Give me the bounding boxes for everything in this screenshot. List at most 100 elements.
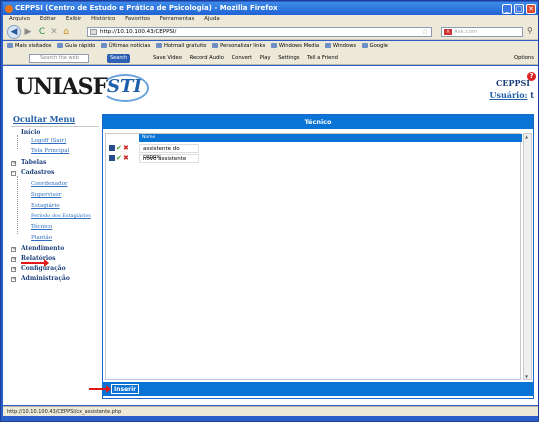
menu-exibir[interactable]: Exibir [66, 16, 82, 22]
bookmark-item[interactable]: Windows Media [270, 41, 319, 52]
menu-node-cadastros[interactable]: Cadastros [21, 169, 54, 176]
minimize-button[interactable]: _ [502, 4, 512, 14]
delete-icon[interactable]: ✖ [123, 155, 129, 162]
bookmark-item[interactable]: Guia rápido [57, 41, 95, 52]
bookmark-item[interactable]: Google [361, 41, 388, 52]
window-title: CEPPSI (Centro de Estudo e Prática de Ps… [15, 4, 278, 12]
menu-node-administracao[interactable]: Administração [21, 275, 70, 282]
edit-check-icon[interactable]: ✔ [116, 155, 122, 162]
delete-icon[interactable]: ✖ [123, 145, 129, 152]
menu-historico[interactable]: Histórico [91, 16, 115, 22]
menu-link-tela-principal[interactable]: Tela Principal [31, 148, 69, 154]
web-search-button[interactable]: Search [107, 54, 131, 63]
expand-icon[interactable]: + [11, 257, 16, 262]
edit-check-icon[interactable]: ✔ [116, 145, 122, 152]
user-label-link[interactable]: Usuário: [489, 90, 527, 100]
bookmark-item[interactable]: Mais visitados [7, 41, 52, 52]
bookmark-item[interactable]: Windows [324, 41, 356, 52]
record-audio-button[interactable]: Record Audio [190, 55, 224, 61]
menu-node-relatorios[interactable]: Relatórios [21, 255, 56, 262]
row-actions: ✔✖ [109, 155, 130, 164]
bookmark-icon [212, 43, 219, 48]
bookmark-star-icon[interactable]: ☆ [422, 28, 428, 36]
menu-link-coordenador[interactable]: Coordenador [31, 181, 68, 187]
browser-window: CEPPSI (Centro de Estudo e Prática de Ps… [0, 0, 539, 422]
menu-arquivo[interactable]: Arquivo [9, 16, 30, 22]
stop-icon[interactable]: ✕ [49, 26, 59, 38]
save-video-button[interactable]: Save Video [153, 55, 182, 61]
expand-icon[interactable]: + [11, 247, 16, 252]
options-button[interactable]: Options [514, 52, 534, 65]
menu-node-inicio[interactable]: Início [21, 129, 40, 136]
address-bar[interactable]: http://10.10.100.43/CEPPSI/ ☆ [87, 27, 432, 37]
menu-favoritos[interactable]: Favoritos [125, 16, 150, 22]
bookmark-icon [100, 43, 107, 48]
tree-line [17, 135, 18, 149]
expand-icon[interactable]: + [11, 161, 16, 166]
menu-link-tecnico[interactable]: Técnico [31, 224, 52, 230]
help-icon[interactable]: ? [527, 72, 536, 81]
app-name: CEPPSI [495, 78, 530, 88]
user-value: t [530, 90, 534, 100]
expand-icon[interactable]: + [11, 267, 16, 272]
table-row: ✔✖ novo assistente [106, 154, 522, 163]
search-engine-icon[interactable]: A [444, 29, 452, 35]
address-bar-url: http://10.10.100.43/CEPPSI/ [100, 29, 177, 35]
content-panel: Técnico Nome ✔✖ assistente do ceppsi ✔✖ … [102, 114, 534, 399]
sidebar-menu: Ocultar Menu Início Logoff (Sair) Tela P… [7, 114, 101, 399]
menu-ferramentas[interactable]: Ferramentas [160, 16, 195, 22]
menu-ajuda[interactable]: Ajuda [204, 16, 220, 22]
hide-menu-link[interactable]: Ocultar Menu [13, 114, 75, 124]
sti-logo: STI [101, 74, 149, 102]
uniasf-logo: UNIASF [15, 74, 108, 100]
page-viewport: UNIASF STI CEPPSI ? Usuário: t Ocultar M… [3, 66, 538, 405]
settings-button[interactable]: Settings [278, 55, 299, 61]
menu-link-supervisor[interactable]: Supervisor [31, 192, 61, 198]
insert-button[interactable]: Inserir [111, 384, 140, 394]
view-icon[interactable] [109, 145, 115, 151]
addon-items: Save Video Record Audio Convert Play Set… [153, 52, 344, 65]
menu-link-periodo[interactable]: Período dos Estagiários [31, 213, 91, 219]
bookmark-item[interactable]: Personalizar links [212, 41, 265, 52]
browser-search-input[interactable]: A Ask.com [441, 27, 523, 37]
menu-link-logoff[interactable]: Logoff (Sair) [31, 138, 66, 144]
play-button[interactable]: Play [260, 55, 271, 61]
expand-icon[interactable]: + [11, 277, 16, 282]
bookmark-icon [361, 43, 368, 48]
panel-title: Técnico [103, 115, 533, 129]
menu-node-tabelas[interactable]: Tabelas [21, 159, 46, 166]
bookmark-icon [155, 43, 162, 48]
maximize-button[interactable]: □ [514, 4, 524, 14]
menu-link-plantao[interactable]: Plantão [31, 235, 52, 241]
sidebar-divider [11, 126, 99, 127]
action-bar [102, 382, 534, 396]
forward-icon[interactable]: ▶ [23, 26, 33, 38]
menu-link-estagiario[interactable]: Estagiário [31, 203, 60, 209]
column-header-nome[interactable]: Nome [139, 134, 522, 142]
red-arrow-annotation [89, 385, 111, 393]
bookmark-item[interactable]: Hotmail gratuito [155, 41, 206, 52]
menu-editar[interactable]: Editar [40, 16, 56, 22]
menu-bar: Arquivo Editar Exibir Histórico Favorito… [3, 15, 538, 24]
bookmark-item[interactable]: Últimas notícias [100, 41, 150, 52]
reload-icon[interactable]: C [37, 26, 47, 38]
home-icon[interactable]: ⌂ [61, 26, 71, 38]
table-row: ✔✖ assistente do ceppsi [106, 144, 522, 160]
user-info: Usuário: t [489, 90, 534, 100]
browser-search-placeholder: Ask.com [454, 29, 478, 35]
bookmark-icon [270, 43, 277, 48]
search-icon[interactable]: ⚲ [527, 26, 533, 35]
web-search-input[interactable]: Search the web [29, 54, 89, 63]
convert-button[interactable]: Convert [232, 55, 253, 61]
collapse-icon[interactable]: - [11, 171, 16, 176]
close-window-button[interactable]: ✕ [526, 4, 536, 14]
row-name: assistente do ceppsi [139, 144, 199, 160]
menu-node-atendimento[interactable]: Atendimento [21, 245, 64, 252]
row-name: novo assistente [139, 154, 199, 163]
vertical-scrollbar[interactable] [523, 133, 532, 380]
view-icon[interactable] [109, 155, 115, 161]
tell-friend-button[interactable]: Tell a Friend [307, 55, 338, 61]
back-icon[interactable]: ◀ [7, 25, 21, 39]
addon-toolbar: Search the web Search Save Video Record … [3, 52, 538, 65]
site-favicon-icon [90, 29, 97, 35]
